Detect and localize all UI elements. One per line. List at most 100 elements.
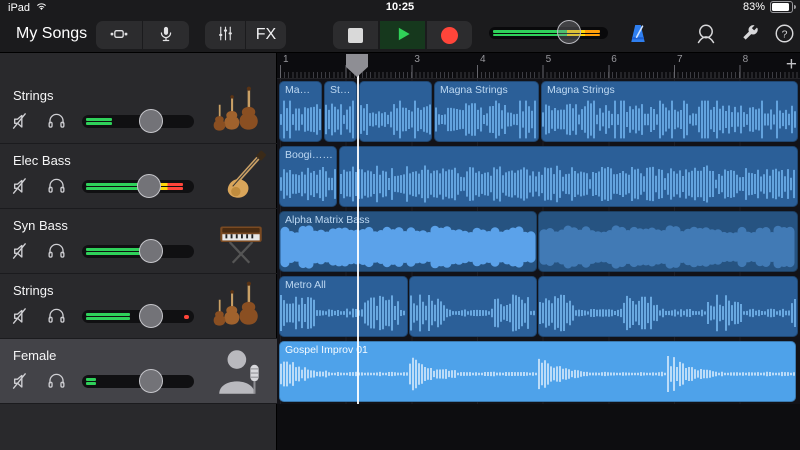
settings-button[interactable] <box>733 21 765 49</box>
track-volume-slider[interactable] <box>82 375 194 388</box>
record-icon <box>441 27 458 44</box>
solo-button[interactable] <box>42 305 70 329</box>
play-button[interactable] <box>380 21 425 49</box>
track-name: Syn Bass <box>13 218 68 233</box>
region-label: Magna Strings <box>547 84 615 96</box>
stop-button[interactable] <box>333 21 378 49</box>
electric-bass-icon <box>213 149 269 205</box>
audio-region[interactable]: Metro All <box>279 276 408 337</box>
audio-region[interactable]: Strings <box>324 81 357 142</box>
track-header-elec-bass[interactable]: Elec Bass <box>0 144 277 209</box>
level-meter-left <box>86 183 183 186</box>
headphones-icon <box>46 379 67 394</box>
metronome-button[interactable] <box>620 21 656 49</box>
timeline-row-strings: Ma…gs Strings Magna Strings Magna String… <box>277 79 800 144</box>
volume-meter-left <box>493 30 600 33</box>
svg-text:?: ? <box>781 28 787 40</box>
waveform <box>409 291 537 335</box>
mixer-button[interactable] <box>205 21 245 49</box>
audio-region[interactable] <box>339 146 798 207</box>
waveform <box>359 99 432 140</box>
level-meter-left <box>86 118 112 121</box>
master-volume-knob[interactable] <box>557 20 581 44</box>
play-icon <box>393 24 413 47</box>
waveform <box>339 162 798 206</box>
region-label: Boogi…ss 01 <box>285 149 333 161</box>
loop-browser-button[interactable] <box>690 21 722 49</box>
waveform <box>541 99 798 140</box>
audio-region[interactable] <box>538 276 798 337</box>
track-name: Strings <box>13 88 53 103</box>
record-button[interactable] <box>427 21 472 49</box>
synthesizer-icon <box>213 214 269 270</box>
solo-button[interactable] <box>42 110 70 134</box>
timeline-row-strings: Metro All <box>277 274 800 339</box>
headphones-icon <box>46 249 67 264</box>
track-volume-knob[interactable] <box>139 304 163 328</box>
master-volume-slider[interactable] <box>489 27 608 39</box>
track-volume-knob[interactable] <box>137 174 161 198</box>
fx-button[interactable]: FX <box>246 21 286 49</box>
track-header-strings[interactable]: Strings <box>0 274 277 339</box>
waveform <box>279 224 537 270</box>
add-track-button[interactable]: + <box>786 53 797 77</box>
audio-region[interactable]: Magna Strings <box>434 81 539 142</box>
my-songs-button[interactable]: My Songs <box>10 24 93 44</box>
level-meter-right <box>86 122 112 125</box>
track-volume-slider[interactable] <box>82 180 194 193</box>
audio-region[interactable]: Alpha Matrix Bass <box>279 211 537 272</box>
region-label: Metro All <box>285 279 326 291</box>
mute-button[interactable] <box>8 175 36 199</box>
loop-browser-icon <box>694 22 718 49</box>
track-header-syn-bass[interactable]: Syn Bass <box>0 209 277 274</box>
status-bar: iPad 10:25 83% <box>0 0 800 16</box>
level-meter-left <box>86 378 96 381</box>
vocalist-icon <box>213 344 269 400</box>
track-header-strings[interactable]: Strings <box>0 79 277 144</box>
track-name: Elec Bass <box>13 153 71 168</box>
volume-meter-right <box>493 34 600 37</box>
waveform <box>279 291 408 335</box>
mute-button[interactable] <box>8 240 36 264</box>
audio-region[interactable]: Gospel Improv 01 <box>279 341 796 402</box>
help-button[interactable]: ? <box>768 21 800 49</box>
ruler-bar-number: 7 <box>677 54 683 65</box>
ruler-bar-number: 6 <box>611 54 617 65</box>
battery-percent: 83% <box>743 1 765 13</box>
audio-region[interactable]: Magna Strings <box>541 81 798 142</box>
solo-button[interactable] <box>42 240 70 264</box>
microphone-icon <box>156 24 176 47</box>
mute-button[interactable] <box>8 370 36 394</box>
solo-button[interactable] <box>42 370 70 394</box>
string-section-icon <box>213 84 269 140</box>
garageband-window: iPad 10:25 83% My Songs FX <box>0 0 800 450</box>
audio-region[interactable]: Ma…gs <box>279 81 322 142</box>
wrench-icon <box>739 23 760 47</box>
battery-icon <box>770 1 793 13</box>
track-volume-slider[interactable] <box>82 115 194 128</box>
level-meter-left <box>86 313 130 316</box>
track-view-button[interactable] <box>96 21 142 49</box>
mute-speaker-icon <box>10 120 34 135</box>
region-rows: Ma…gs Strings Magna Strings Magna String… <box>277 79 800 404</box>
audio-region[interactable] <box>538 211 798 272</box>
solo-button[interactable] <box>42 175 70 199</box>
region-label: Strings <box>330 84 353 96</box>
record-input-button[interactable] <box>143 21 189 49</box>
track-volume-slider[interactable] <box>82 245 194 258</box>
mute-button[interactable] <box>8 110 36 134</box>
region-label: Magna Strings <box>440 84 508 96</box>
audio-region[interactable] <box>359 81 432 142</box>
region-label: Ma…gs <box>285 84 318 96</box>
waveform <box>434 99 539 140</box>
track-volume-knob[interactable] <box>139 239 163 263</box>
track-header-female[interactable]: Female <box>0 339 277 404</box>
mixer-sliders-icon <box>216 24 235 46</box>
audio-region[interactable]: Boogi…ss 01 <box>279 146 337 207</box>
audio-region[interactable] <box>409 276 537 337</box>
track-volume-slider[interactable] <box>82 310 194 323</box>
track-volume-knob[interactable] <box>139 369 163 393</box>
mute-button[interactable] <box>8 305 36 329</box>
track-volume-knob[interactable] <box>139 109 163 133</box>
ruler-bar-number: 1 <box>283 54 289 65</box>
